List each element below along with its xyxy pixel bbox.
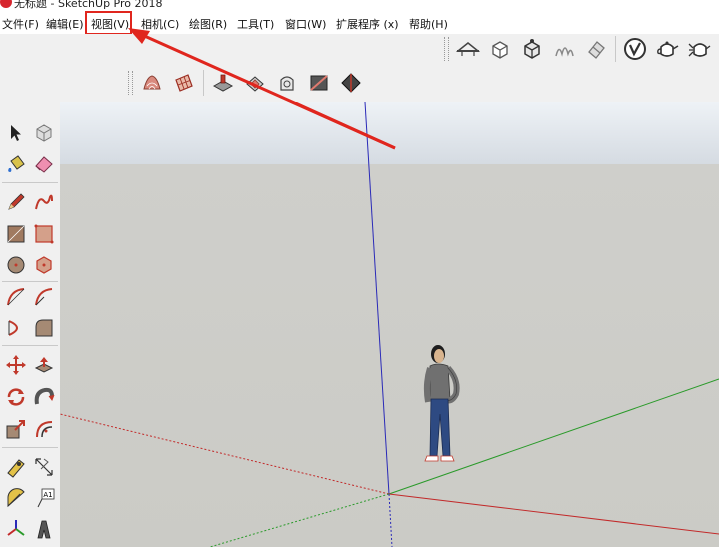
- red-axis: [388, 493, 719, 535]
- sandbox-from-scratch-icon[interactable]: [171, 70, 197, 96]
- blue-axis-dashed: [388, 493, 393, 547]
- arc-icon[interactable]: [3, 284, 29, 310]
- offset-icon[interactable]: [31, 416, 57, 442]
- left-toolbar: A1: [0, 114, 61, 547]
- axes-icon[interactable]: [3, 516, 29, 542]
- menu-help[interactable]: 帮助(H): [409, 16, 448, 32]
- toolbar-grip[interactable]: [128, 71, 133, 95]
- menu-edit[interactable]: 编辑(E): [46, 16, 84, 32]
- smooth-terrain-icon[interactable]: [338, 70, 364, 96]
- paint-bucket-icon[interactable]: [3, 151, 29, 177]
- sketchup-logo-icon: [0, 0, 12, 8]
- 3d-text-icon[interactable]: [31, 516, 57, 542]
- rectangle-icon[interactable]: [3, 221, 29, 247]
- green-axis-dashed: [209, 493, 390, 547]
- model-viewport[interactable]: [60, 102, 719, 547]
- tape-measure-icon[interactable]: [3, 454, 29, 480]
- menu-draw[interactable]: 绘图(R): [189, 16, 227, 32]
- toolbar-grip[interactable]: [444, 37, 449, 61]
- toolbar-separator: [2, 281, 58, 282]
- rotate-icon[interactable]: [3, 384, 29, 410]
- view-menu-highlight: [85, 11, 132, 35]
- window-title: 无标题 - SketchUp Pro 2018: [14, 0, 163, 10]
- stamp-icon[interactable]: [210, 70, 236, 96]
- teapot-render-icon[interactable]: [654, 36, 680, 62]
- toolbar-separator: [203, 70, 204, 96]
- scale-icon[interactable]: [3, 416, 29, 442]
- polygon-icon[interactable]: [31, 252, 57, 278]
- sandbox-toolbar: [128, 70, 364, 96]
- three-point-arc-icon[interactable]: [31, 315, 57, 341]
- toolbar-separator: [615, 36, 616, 62]
- person-figure[interactable]: [423, 345, 460, 462]
- follow-me-icon[interactable]: [31, 384, 57, 410]
- blue-axis: [364, 102, 390, 495]
- two-point-arc-icon[interactable]: [3, 315, 29, 341]
- pencil-icon[interactable]: [3, 189, 29, 215]
- pie-icon[interactable]: [31, 284, 57, 310]
- menu-tools[interactable]: 工具(T): [237, 16, 274, 32]
- rotated-rectangle-icon[interactable]: [31, 221, 57, 247]
- make-component-icon[interactable]: [31, 120, 57, 146]
- menu-extensions[interactable]: 扩展程序 (x): [336, 16, 399, 32]
- sandbox-smoove-icon[interactable]: [139, 70, 165, 96]
- top-right-toolbar: [444, 36, 712, 62]
- move-icon[interactable]: [3, 352, 29, 378]
- freehand-icon[interactable]: [31, 189, 57, 215]
- add-detail-icon[interactable]: [274, 70, 300, 96]
- push-pull-icon[interactable]: [31, 352, 57, 378]
- toolbar-separator: [2, 345, 58, 346]
- menu-window[interactable]: 窗口(W): [285, 16, 326, 32]
- component-icon[interactable]: [487, 36, 513, 62]
- sandbox-icon[interactable]: [551, 36, 577, 62]
- menu-file[interactable]: 文件(F): [2, 16, 39, 32]
- circle-icon[interactable]: [3, 252, 29, 278]
- drape-icon[interactable]: [242, 70, 268, 96]
- red-axis-dashed: [60, 413, 390, 495]
- toolbar-area: [0, 34, 719, 102]
- toolbar-separator: [2, 447, 58, 448]
- text-icon[interactable]: A1: [31, 485, 57, 511]
- vray-logo-icon[interactable]: [622, 36, 648, 62]
- svg-text:A1: A1: [43, 491, 52, 499]
- flip-edge-icon[interactable]: [306, 70, 332, 96]
- teapot-light-icon[interactable]: [686, 36, 712, 62]
- section-plane-icon[interactable]: [455, 36, 481, 62]
- toolbar-separator: [2, 182, 58, 183]
- move-component-icon[interactable]: [519, 36, 545, 62]
- eraser-icon[interactable]: [31, 151, 57, 177]
- eraser-style-icon[interactable]: [583, 36, 609, 62]
- protractor-icon[interactable]: [3, 485, 29, 511]
- select-icon[interactable]: [3, 120, 29, 146]
- dimension-icon[interactable]: [31, 454, 57, 480]
- red-annotation-arrow: [289, 102, 396, 150]
- menu-camera[interactable]: 相机(C): [141, 16, 179, 32]
